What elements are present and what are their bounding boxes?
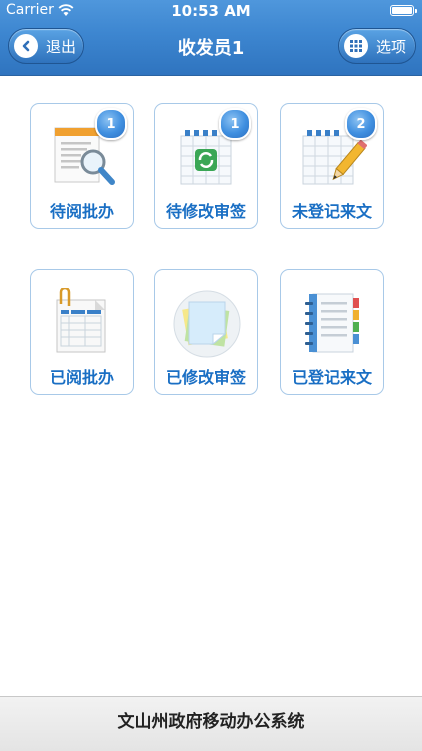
notebook-tabs-icon	[305, 293, 359, 353]
tile-label: 未登记来文	[291, 202, 372, 221]
clipped-table-icon	[56, 288, 106, 353]
tile-pending-revision[interactable]: 1 待修改审签	[154, 103, 258, 229]
sticky-notes-icon	[173, 290, 241, 358]
tile-unregistered-incoming[interactable]: 2 未登记来文	[280, 103, 384, 229]
top-bar: Carrier 10:53 AM 退出 收发员1 选项	[0, 0, 422, 76]
tile-label: 已登记来文	[291, 368, 372, 387]
tile-pending-review[interactable]: 1 待阅批办	[30, 103, 134, 229]
count-badge: 2	[345, 108, 377, 140]
count-badge: 1	[219, 108, 251, 140]
footer-bar: 文山州政府移动办公系统	[0, 696, 422, 751]
tile-label: 已修改审签	[165, 368, 246, 387]
tile-label: 待修改审签	[165, 202, 246, 221]
tile-reviewed[interactable]: 已阅批办	[30, 269, 134, 395]
options-label: 选项	[376, 37, 407, 56]
battery-icon	[390, 5, 417, 16]
options-button[interactable]: 选项	[338, 28, 416, 64]
tile-registered-incoming[interactable]: 已登记来文	[280, 269, 384, 395]
tile-revised[interactable]: 已修改审签	[154, 269, 258, 395]
footer-title: 文山州政府移动办公系统	[117, 712, 305, 732]
tile-label: 已阅批办	[49, 368, 114, 387]
status-bar: Carrier 10:53 AM	[0, 0, 422, 22]
grid-menu-icon	[344, 34, 368, 58]
tile-label: 待阅批办	[49, 202, 114, 221]
count-badge: 1	[95, 108, 127, 140]
clock: 10:53 AM	[171, 2, 251, 20]
